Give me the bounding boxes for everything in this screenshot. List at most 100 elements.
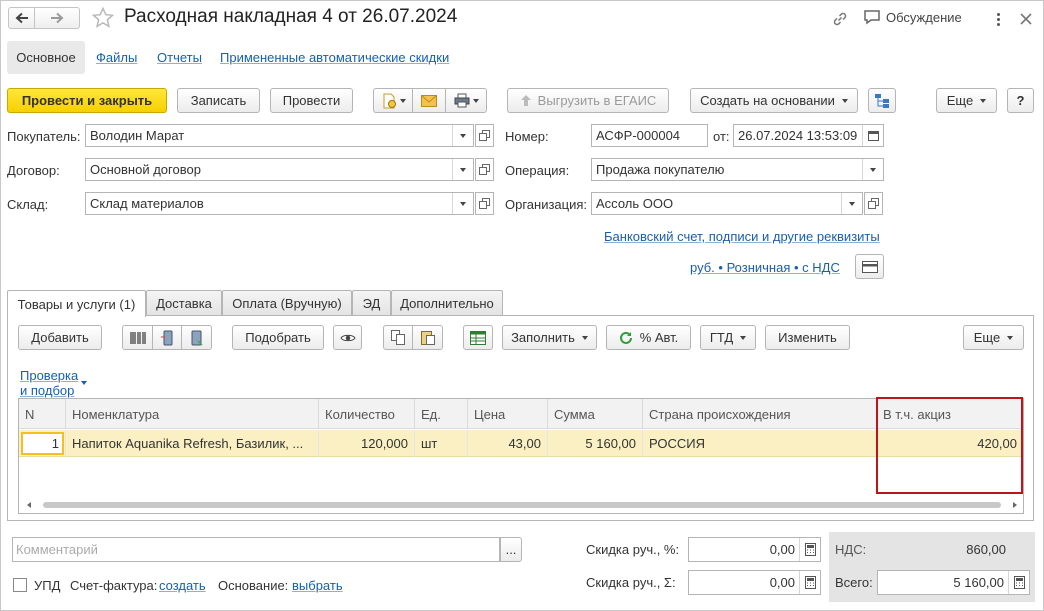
- tab-goods-services[interactable]: Товары и услуги (1): [7, 290, 146, 317]
- row-item-cell[interactable]: Напиток Aquanika Refresh, Базилик, ...: [66, 430, 319, 457]
- change-button[interactable]: Изменить: [765, 325, 850, 350]
- link-icon[interactable]: [831, 10, 849, 28]
- help-button[interactable]: ?: [1007, 88, 1034, 113]
- discount-pct-field[interactable]: 0,00: [688, 537, 821, 562]
- nav-tab-main-label: Основное: [16, 50, 76, 65]
- contract-field[interactable]: Основной договор: [85, 158, 474, 181]
- fill-button[interactable]: Заполнить: [502, 325, 597, 350]
- pick-button[interactable]: Подобрать: [232, 325, 324, 350]
- more-button[interactable]: Еще: [936, 88, 997, 113]
- row-country-cell[interactable]: РОССИЯ: [643, 430, 877, 457]
- add-button[interactable]: Добавить: [18, 325, 102, 350]
- scroll-left-icon[interactable]: [27, 502, 31, 508]
- check-and-pick-link[interactable]: Проверка и подбор: [20, 368, 88, 398]
- total-calc-button[interactable]: [1008, 571, 1029, 594]
- upd-checkbox[interactable]: [13, 578, 27, 592]
- favorite-star-icon[interactable]: [91, 6, 115, 30]
- email-button[interactable]: [412, 88, 446, 113]
- operation-field[interactable]: Продажа покупателю: [591, 158, 884, 181]
- nav-tab-reports[interactable]: Отчеты: [157, 50, 202, 65]
- auto-discount-button[interactable]: % Авт.: [606, 325, 691, 350]
- date-field[interactable]: 26.07.2024 13:53:09: [733, 124, 884, 147]
- forward-button[interactable]: [35, 7, 80, 29]
- open-window-icon: [479, 198, 490, 209]
- calendar-button[interactable]: [862, 125, 883, 146]
- upd-label: УПД: [34, 578, 61, 593]
- operation-label: Операция:: [505, 163, 570, 178]
- more-menu-icon[interactable]: [990, 10, 1006, 28]
- tab-payment[interactable]: Оплата (Вручную): [222, 290, 352, 316]
- total-value: 5 160,00: [953, 575, 1004, 590]
- tab-additional-label: Дополнительно: [400, 296, 494, 311]
- scrollbar-thumb[interactable]: [43, 502, 1001, 508]
- row-sum-cell[interactable]: 5 160,00: [548, 430, 643, 457]
- barcode-button[interactable]: [122, 325, 153, 350]
- discount-sum-field[interactable]: 0,00: [688, 570, 821, 595]
- nav-tab-files[interactable]: Файлы: [96, 50, 137, 65]
- attach-file-button[interactable]: [373, 88, 413, 113]
- contract-dropdown[interactable]: [452, 159, 473, 180]
- comment-placeholder: Комментарий: [16, 542, 98, 557]
- row-price-cell[interactable]: 43,00: [468, 430, 548, 457]
- upload-egais-button[interactable]: Выгрузить в ЕГАИС: [507, 88, 669, 113]
- tab-ed[interactable]: ЭД: [352, 290, 391, 316]
- discount-sum-calc-button[interactable]: [799, 571, 820, 594]
- price-type-link[interactable]: руб. • Розничная • с НДС: [690, 260, 840, 275]
- total-field[interactable]: 5 160,00: [877, 570, 1030, 595]
- buyer-field[interactable]: Володин Марат: [85, 124, 474, 147]
- paste-button[interactable]: [412, 325, 443, 350]
- back-button[interactable]: [8, 7, 35, 29]
- comment-field[interactable]: Комментарий: [12, 537, 500, 562]
- table-more-button[interactable]: Еще: [963, 325, 1024, 350]
- tab-delivery[interactable]: Доставка: [146, 290, 222, 316]
- number-field[interactable]: АСФР-000004: [591, 124, 708, 147]
- scroll-right-icon[interactable]: [1013, 502, 1017, 508]
- warehouse-field[interactable]: Склад материалов: [85, 192, 474, 215]
- post-button[interactable]: Провести: [270, 88, 353, 113]
- save-button[interactable]: Записать: [177, 88, 260, 113]
- basis-select-link[interactable]: выбрать: [292, 578, 343, 593]
- discussion-button[interactable]: Обсуждение: [863, 9, 962, 26]
- excel-button[interactable]: [463, 325, 493, 350]
- contract-open-button[interactable]: [475, 158, 494, 181]
- organization-field[interactable]: Ассоль ООО: [591, 192, 863, 215]
- row-n-cell[interactable]: 1: [19, 430, 66, 457]
- gtd-button[interactable]: ГТД: [700, 325, 756, 350]
- nav-tab-auto-discounts[interactable]: Примененные автоматические скидки: [220, 50, 449, 65]
- organization-dropdown[interactable]: [841, 193, 862, 214]
- comment-more-button[interactable]: ...: [500, 537, 522, 562]
- tsd-button[interactable]: [181, 325, 212, 350]
- operation-dropdown[interactable]: [862, 159, 883, 180]
- buyer-dropdown[interactable]: [452, 125, 473, 146]
- copy-button[interactable]: [383, 325, 413, 350]
- basis-label: Основание:: [218, 578, 289, 593]
- buyer-open-button[interactable]: [475, 124, 494, 147]
- nav-tab-main[interactable]: Основное: [7, 41, 85, 74]
- row-qty-cell[interactable]: 120,000: [319, 430, 415, 457]
- terminal-icon: [191, 330, 203, 346]
- vat-label: НДС:: [835, 542, 867, 557]
- warehouse-dropdown[interactable]: [452, 193, 473, 214]
- create-based-on-button[interactable]: Создать на основании: [690, 88, 858, 113]
- tab-additional[interactable]: Дополнительно: [391, 290, 503, 316]
- print-button[interactable]: [445, 88, 487, 113]
- post-and-close-button[interactable]: Провести и закрыть: [7, 88, 167, 113]
- organization-open-button[interactable]: [864, 192, 883, 215]
- barcode-icon: [129, 331, 146, 344]
- bank-details-link[interactable]: Банковский счет, подписи и другие реквиз…: [604, 229, 880, 244]
- row-unit-cell[interactable]: шт: [415, 430, 468, 457]
- card-button[interactable]: [855, 254, 884, 279]
- scanner-button[interactable]: [152, 325, 182, 350]
- gtd-label: ГТД: [709, 330, 734, 345]
- structure-button[interactable]: [868, 88, 896, 113]
- total-label: Всего:: [835, 575, 873, 590]
- discount-pct-calc-button[interactable]: [799, 538, 820, 561]
- close-icon[interactable]: [1017, 10, 1035, 28]
- invoice-create-link[interactable]: создать: [159, 578, 206, 593]
- eye-icon: [339, 334, 356, 341]
- horizontal-scrollbar[interactable]: [19, 499, 1023, 512]
- date-label: от:: [713, 129, 730, 144]
- warehouse-open-button[interactable]: [475, 192, 494, 215]
- document-title: Расходная накладная 4 от 26.07.2024: [124, 6, 458, 27]
- view-button[interactable]: [333, 325, 362, 350]
